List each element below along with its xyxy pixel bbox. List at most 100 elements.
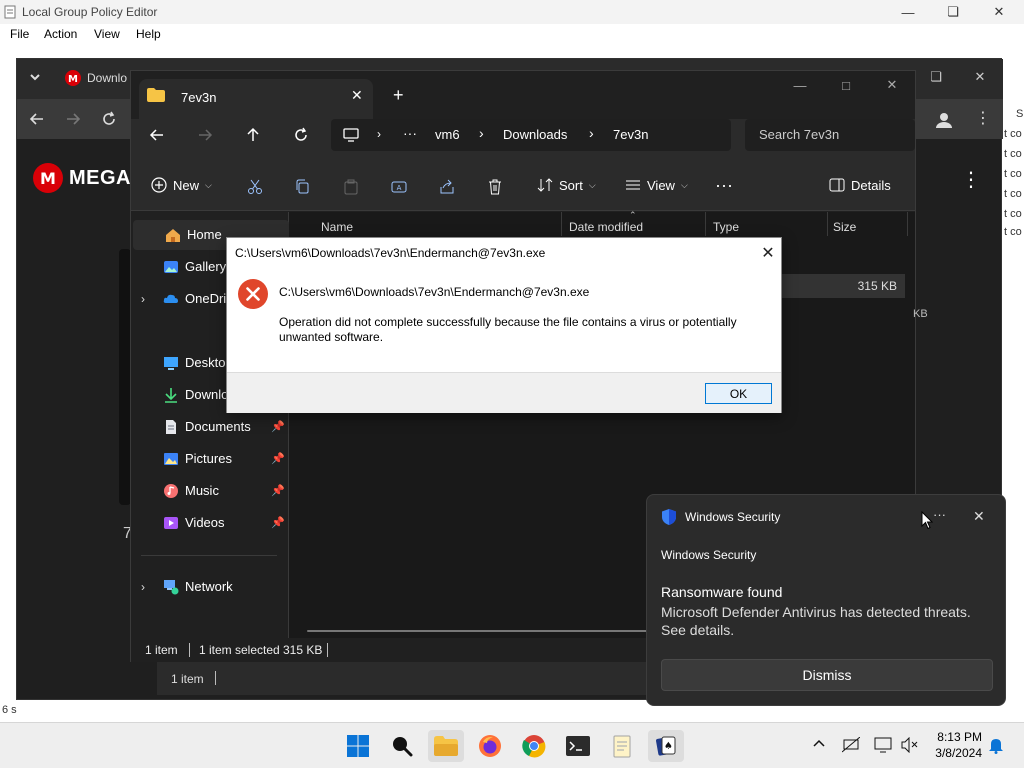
- explorer-search-box[interactable]: Search 7ev3n: [745, 119, 915, 151]
- column-header-type[interactable]: Type: [713, 220, 739, 234]
- taskbar-notepad[interactable]: [604, 730, 640, 762]
- explorer-tab[interactable]: 7ev3n ✕: [139, 79, 373, 119]
- close-tab-icon[interactable]: ✕: [351, 87, 363, 104]
- nav-item-label: Gallery: [185, 259, 227, 274]
- browser-tab-label[interactable]: Downlo: [87, 71, 127, 85]
- mega-menu-icon[interactable]: ⋮: [961, 167, 981, 192]
- browser-page-status: 1 item: [157, 661, 657, 695]
- explorer-close-button[interactable]: ✕: [869, 73, 915, 97]
- chevron-right-icon: ›: [589, 125, 594, 141]
- paste-icon[interactable]: [343, 179, 359, 195]
- rename-icon[interactable]: A: [391, 179, 407, 195]
- back-arrow-icon[interactable]: [149, 127, 165, 143]
- gp-menu-file[interactable]: File: [10, 27, 29, 41]
- browser-close-button[interactable]: ✕: [957, 65, 1003, 89]
- cut-icon[interactable]: [247, 179, 263, 195]
- column-separator: [907, 212, 908, 236]
- breadcrumb-vm6[interactable]: vm6: [435, 127, 460, 142]
- nav-item-documents[interactable]: Documents 📌: [131, 412, 287, 442]
- taskbar-file-explorer[interactable]: [428, 730, 464, 762]
- shield-icon: [661, 508, 677, 526]
- profile-icon[interactable]: [935, 111, 953, 129]
- gp-menu-action[interactable]: Action: [44, 27, 77, 41]
- browser-maximize-button[interactable]: ❏: [913, 65, 959, 89]
- clock-date[interactable]: 3/8/2024: [930, 746, 982, 760]
- search-button[interactable]: [384, 730, 420, 762]
- gp-status-text: 6 s: [2, 704, 17, 716]
- network-disconnected-icon[interactable]: [842, 737, 860, 753]
- gp-app-icon: [4, 5, 16, 19]
- delete-icon[interactable]: [487, 179, 503, 195]
- explorer-maximize-button[interactable]: □: [823, 73, 869, 97]
- status-divider: [215, 671, 216, 685]
- windows-security-toast: Windows Security ··· ✕ Windows Security …: [646, 494, 1006, 706]
- gp-maximize-button[interactable]: ❏: [930, 0, 976, 24]
- nav-item-pictures[interactable]: Pictures 📌: [131, 444, 287, 474]
- up-arrow-icon[interactable]: [245, 127, 261, 143]
- start-button[interactable]: [340, 730, 376, 762]
- copy-icon[interactable]: [295, 179, 311, 195]
- breadcrumb-7ev3n[interactable]: 7ev3n: [613, 127, 648, 142]
- column-header-size[interactable]: Size: [833, 220, 856, 234]
- clock-time[interactable]: 8:13 PM: [930, 730, 982, 744]
- more-options-icon[interactable]: ···: [715, 175, 733, 196]
- taskbar-solitaire[interactable]: ♠: [648, 730, 684, 762]
- notepad-icon: [613, 735, 631, 758]
- chevron-down-icon[interactable]: [27, 69, 43, 85]
- chevron-right-icon[interactable]: ›: [141, 580, 145, 594]
- nav-item-label: Desktop: [185, 355, 231, 370]
- dialog-close-button[interactable]: ✕: [757, 242, 779, 264]
- nav-item-network[interactable]: › Network: [131, 572, 287, 602]
- explorer-titlebar: 7ev3n ✕ + — □ ✕: [131, 71, 915, 119]
- toast-more-button[interactable]: ···: [933, 507, 946, 522]
- ok-button[interactable]: OK: [705, 383, 772, 404]
- toast-close-button[interactable]: ✕: [973, 508, 985, 525]
- explorer-address-box[interactable]: › ··· vm6 › Downloads › 7ev3n: [331, 119, 731, 151]
- new-button[interactable]: New ⌵: [151, 177, 212, 193]
- windows-logo-icon: [347, 735, 369, 757]
- gp-title-text: Local Group Policy Editor: [22, 5, 158, 19]
- mega-brand-text: MEGA: [69, 166, 131, 189]
- chevron-right-icon: ›: [377, 127, 381, 141]
- nav-item-videos[interactable]: Videos 📌: [131, 508, 287, 538]
- reload-icon[interactable]: [101, 111, 117, 127]
- explorer-minimize-button[interactable]: —: [777, 73, 823, 97]
- forward-arrow-icon[interactable]: [197, 127, 213, 143]
- explorer-tab-title: 7ev3n: [181, 90, 217, 105]
- back-arrow-icon[interactable]: [29, 111, 45, 127]
- horizontal-scrollbar[interactable]: [307, 630, 647, 632]
- new-tab-plus-icon[interactable]: +: [393, 85, 404, 106]
- share-icon[interactable]: [439, 179, 455, 195]
- gp-minimize-button[interactable]: —: [885, 0, 931, 24]
- gp-menu-help[interactable]: Help: [136, 27, 161, 41]
- volume-muted-icon[interactable]: [900, 737, 918, 753]
- view-button[interactable]: View ⌵: [625, 177, 688, 193]
- column-header-date-modified[interactable]: Date modified: [569, 220, 643, 234]
- file-size-partial: KB: [913, 308, 928, 320]
- taskbar-firefox[interactable]: [472, 730, 508, 762]
- breadcrumb-downloads[interactable]: Downloads: [503, 127, 567, 142]
- svg-text:A: A: [397, 184, 402, 192]
- chevron-right-icon[interactable]: ›: [141, 292, 145, 306]
- taskbar-chrome[interactable]: [516, 730, 552, 762]
- nav-item-music[interactable]: Music 📌: [131, 476, 287, 506]
- details-button[interactable]: Details: [829, 177, 891, 193]
- refresh-icon[interactable]: [293, 127, 309, 143]
- gp-titlebar: Local Group Policy Editor — ❏ ✕: [0, 0, 1024, 24]
- forward-arrow-icon[interactable]: [65, 111, 81, 127]
- browser-menu-icon[interactable]: ⋮: [975, 111, 991, 127]
- sort-button[interactable]: Sort ⌵: [537, 177, 596, 193]
- status-divider: [327, 643, 328, 657]
- tray-overflow-chevron-icon[interactable]: [812, 737, 826, 751]
- dialog-footer: OK: [227, 372, 781, 413]
- gp-close-button[interactable]: ✕: [976, 0, 1022, 24]
- taskbar-terminal[interactable]: [560, 730, 596, 762]
- column-header-name[interactable]: Name: [321, 220, 353, 234]
- dismiss-button[interactable]: Dismiss: [661, 659, 993, 691]
- notification-bell-icon[interactable]: [988, 736, 1004, 754]
- videos-icon: [163, 515, 179, 531]
- display-icon[interactable]: [874, 737, 892, 753]
- breadcrumb-more-icon[interactable]: ···: [403, 125, 417, 141]
- gp-menu-view[interactable]: View: [94, 27, 120, 41]
- gp-cell: t co: [1004, 148, 1022, 160]
